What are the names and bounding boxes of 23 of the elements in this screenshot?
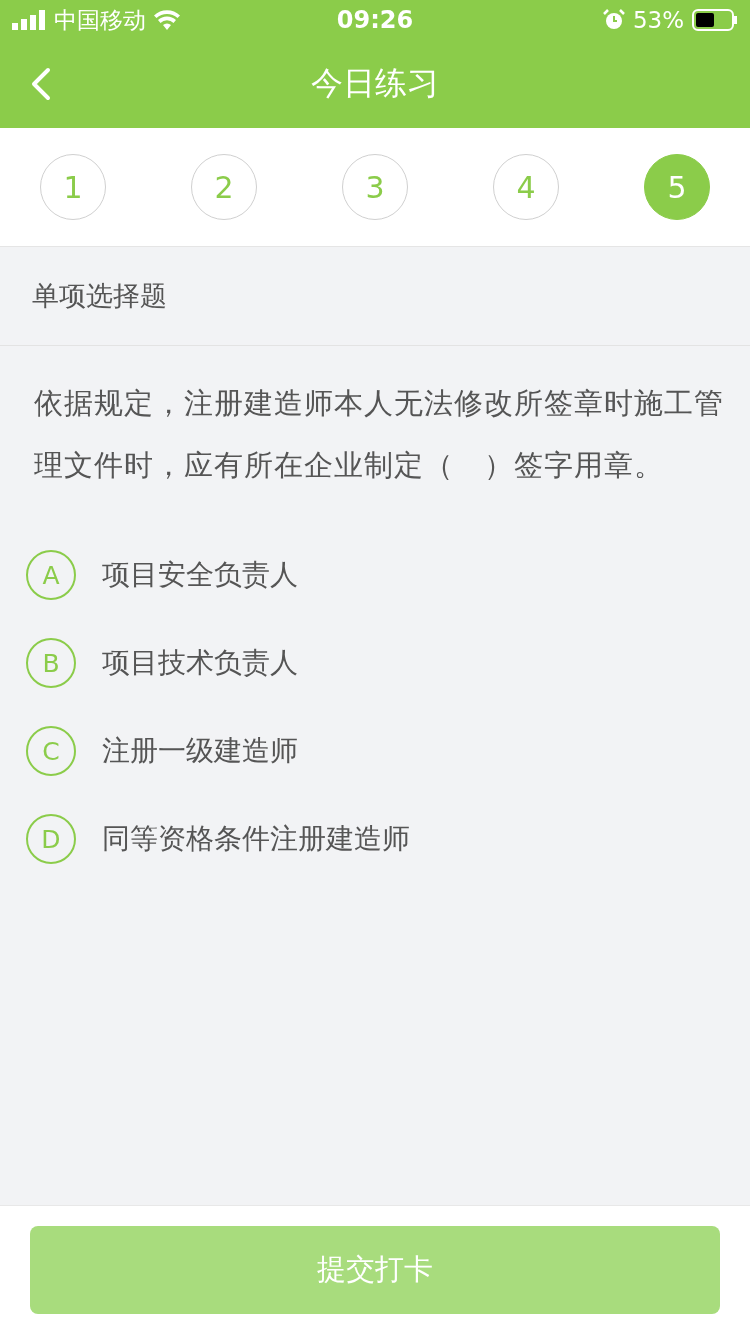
question-type: 单项选择题: [0, 247, 750, 346]
question-text: 依据规定，注册建造师本人无法修改所签章时施工管理文件时，应有所在企业制定（ ）签字用章。: [33, 385, 725, 484]
option-text[interactable]: 项目安全负责人: [102, 556, 298, 594]
option-letter[interactable]: B: [26, 638, 76, 688]
option-text[interactable]: 项目技术负责人: [102, 644, 298, 682]
page-title: 今日练习: [311, 63, 439, 104]
question-number-tab[interactable]: 4: [493, 154, 559, 220]
question-number-tab[interactable]: 5: [644, 154, 710, 220]
option-letter[interactable]: A: [26, 550, 76, 600]
option-text[interactable]: 同等资格条件注册建造师: [102, 820, 410, 858]
carrier-name: 中国移动: [54, 5, 146, 35]
option-letter[interactable]: C: [26, 726, 76, 776]
clock-time: 09:26: [336, 6, 414, 34]
question-number-tab[interactable]: 1: [40, 154, 106, 220]
alarm-icon: [602, 9, 625, 31]
battery-icon: [692, 9, 738, 31]
question-number-tab[interactable]: 2: [191, 154, 257, 220]
option-text[interactable]: 注册一级建造师: [102, 732, 298, 770]
battery-percent: 53%: [632, 7, 684, 33]
option-letter[interactable]: D: [26, 814, 76, 864]
signal-icon: [12, 10, 46, 30]
question-number-tab[interactable]: 3: [342, 154, 408, 220]
wifi-icon: [154, 10, 180, 30]
